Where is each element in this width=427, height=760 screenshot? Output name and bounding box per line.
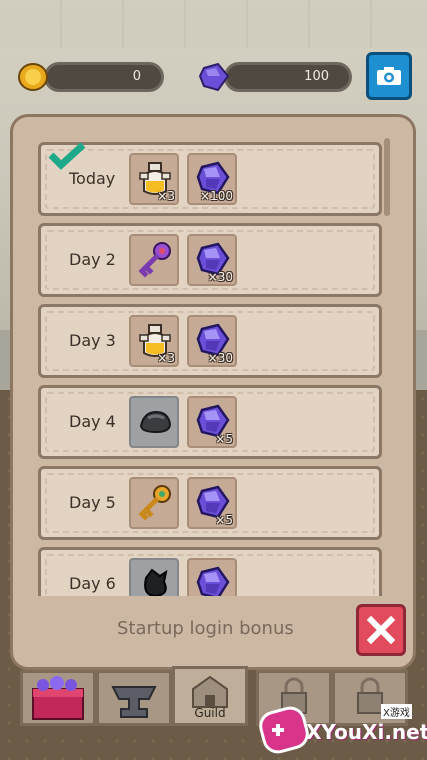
reward-quantity: ×5 bbox=[215, 432, 233, 446]
close-icon bbox=[366, 615, 396, 645]
day-label: Today bbox=[69, 169, 116, 188]
reward-slot[interactable]: ×3 bbox=[129, 153, 179, 205]
reward-row[interactable]: Day 5 ×5 bbox=[38, 466, 382, 540]
reward-quantity: ×100 bbox=[200, 189, 233, 203]
reward-quantity: ×30 bbox=[207, 270, 233, 284]
tab-guild[interactable]: Guild bbox=[172, 666, 248, 726]
watermark-small-text: X游戏 bbox=[381, 704, 412, 719]
reward-list[interactable]: Today ×3 ×100 Day 2 ×30 Day 3 ×3 ×30 Day 4 ×5 Day … bbox=[28, 134, 386, 596]
treasure-chest-icon bbox=[32, 676, 84, 720]
reward-quantity: ×3 bbox=[157, 189, 175, 203]
reward-slot[interactable]: ×5 bbox=[187, 477, 237, 529]
reward-row[interactable]: Today ×3 ×100 bbox=[38, 142, 382, 216]
day-label: Day 3 bbox=[69, 331, 116, 350]
tab-forge[interactable] bbox=[96, 670, 172, 726]
day-label: Day 4 bbox=[69, 412, 116, 431]
reward-row[interactable]: Day 4 ×5 bbox=[38, 385, 382, 459]
day-label: Day 6 bbox=[69, 574, 116, 593]
gem-counter: 100 bbox=[224, 62, 352, 92]
anvil-icon bbox=[111, 686, 157, 718]
close-button[interactable] bbox=[356, 604, 406, 656]
guild-hall-icon bbox=[192, 675, 228, 708]
watermark-text: XYouXi.net bbox=[306, 720, 427, 744]
reward-quantity: ×30 bbox=[207, 351, 233, 365]
reward-slot[interactable]: ×5 bbox=[187, 396, 237, 448]
purple-gem-icon bbox=[196, 60, 232, 94]
tab-shop[interactable] bbox=[20, 670, 96, 726]
day-label: Day 5 bbox=[69, 493, 116, 512]
reward-row[interactable]: Day 3 ×3 ×30 bbox=[38, 304, 382, 378]
background-wall bbox=[0, 0, 427, 48]
gem-value: 100 bbox=[304, 69, 329, 84]
gold-coin-icon bbox=[16, 62, 50, 92]
tab-guild-label: Guild bbox=[194, 706, 226, 720]
camera-icon bbox=[377, 67, 401, 85]
reward-row[interactable]: Day 2 ×30 bbox=[38, 223, 382, 297]
reward-slot[interactable] bbox=[129, 558, 179, 596]
day-label: Day 2 bbox=[69, 250, 116, 269]
coin-counter: 0 bbox=[44, 62, 164, 92]
reward-slot[interactable]: ×30 bbox=[187, 315, 237, 367]
gamepad-logo-icon bbox=[259, 706, 309, 754]
reward-slot[interactable]: ×30 bbox=[187, 234, 237, 286]
reward-row[interactable]: Day 6 bbox=[38, 547, 382, 596]
reward-slot[interactable] bbox=[129, 396, 179, 448]
reward-slot[interactable]: ×100 bbox=[187, 153, 237, 205]
reward-slot[interactable] bbox=[129, 477, 179, 529]
reward-slot[interactable] bbox=[129, 234, 179, 286]
reward-quantity: ×3 bbox=[157, 351, 175, 365]
reward-slot[interactable] bbox=[187, 558, 237, 596]
reward-quantity: ×5 bbox=[215, 513, 233, 527]
coin-value: 0 bbox=[132, 69, 141, 84]
panel-title: Startup login bonus bbox=[117, 618, 294, 639]
reward-slot[interactable]: ×3 bbox=[129, 315, 179, 367]
camera-button[interactable] bbox=[366, 52, 412, 100]
